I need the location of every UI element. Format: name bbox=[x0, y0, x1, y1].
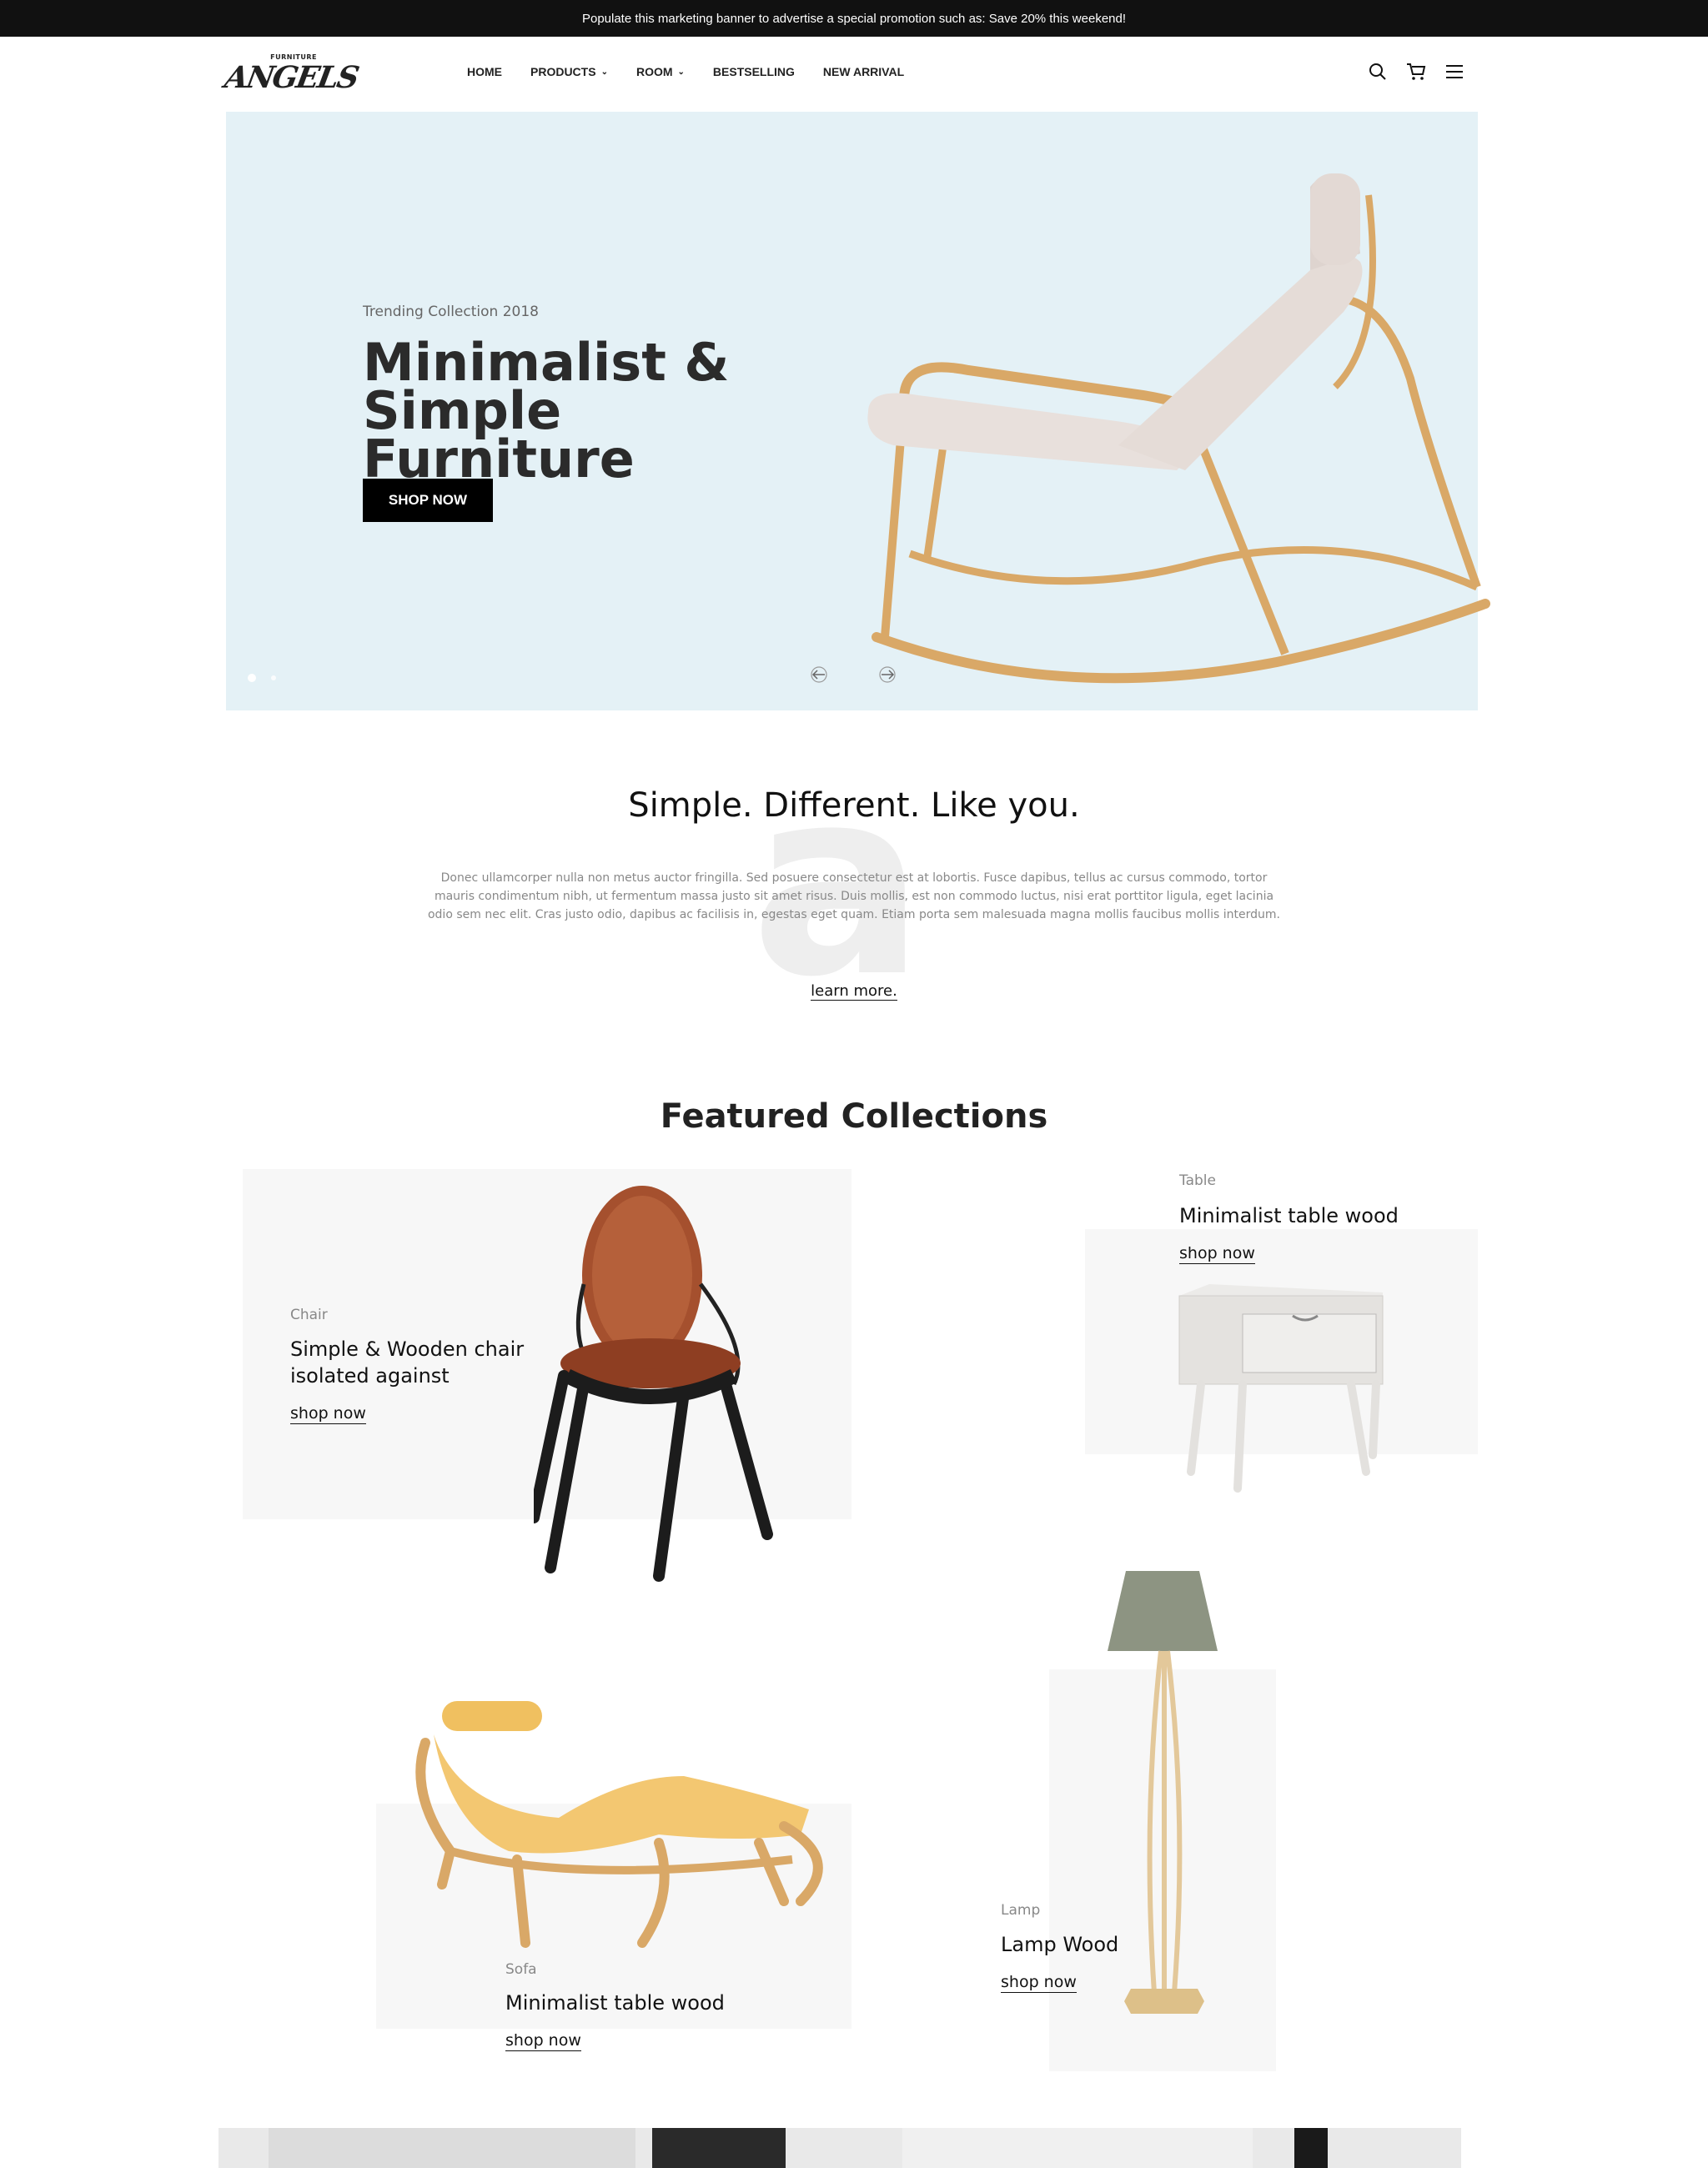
learn-more-link[interactable]: learn more. bbox=[811, 982, 897, 1001]
shop-now-link[interactable]: shop now bbox=[1179, 1244, 1255, 1264]
featured-title: Featured Collections bbox=[660, 1097, 1048, 1136]
learn-more-wrapper: learn more. bbox=[0, 982, 1708, 1001]
nav-room[interactable]: ROOM ⌄ bbox=[636, 65, 685, 78]
site-header: FURNITURE ANGELS HOME PRODUCTS ⌄ ROOM ⌄ BE… bbox=[0, 37, 1708, 112]
intro-section: a Simple. Different. Like you. Donec ull… bbox=[0, 734, 1708, 1017]
card-title: Lamp Wood bbox=[1001, 1933, 1119, 1956]
card-category: Table bbox=[1179, 1172, 1216, 1189]
nav-home[interactable]: HOME bbox=[467, 65, 502, 78]
hero-slider: Trending Collection 2018 Minimalist & Si… bbox=[226, 112, 1490, 710]
slider-dot-1[interactable] bbox=[248, 674, 256, 682]
slider-arrows bbox=[805, 664, 902, 685]
main-nav: HOME PRODUCTS ⌄ ROOM ⌄ BESTSELLING NEW ARR… bbox=[467, 65, 904, 78]
menu-icon[interactable] bbox=[1444, 62, 1464, 82]
slider-dot-2[interactable] bbox=[271, 675, 276, 680]
next-section-image bbox=[219, 2128, 1461, 2168]
logo-wordmark: ANGELS bbox=[222, 60, 361, 95]
rocking-chair-image bbox=[867, 173, 1490, 684]
card-category: Chair bbox=[290, 1307, 328, 1323]
promo-banner: Populate this marketing banner to advert… bbox=[0, 0, 1708, 37]
card-category: Sofa bbox=[505, 1961, 537, 1978]
promo-text: Populate this marketing banner to advert… bbox=[581, 11, 1127, 26]
hero-eyebrow: Trending Collection 2018 bbox=[363, 304, 539, 320]
shop-now-link[interactable]: shop now bbox=[290, 1404, 366, 1424]
card-title: Simple & Wooden chair isolated against bbox=[290, 1337, 525, 1388]
lounge-chair-image bbox=[415, 1701, 823, 1948]
logo[interactable]: FURNITURE ANGELS bbox=[222, 52, 360, 98]
search-icon[interactable] bbox=[1368, 62, 1388, 82]
nav-new-arrival[interactable]: NEW ARRIVAL bbox=[823, 65, 904, 78]
bedside-table-image bbox=[1178, 1284, 1384, 1493]
arrow-right-icon[interactable] bbox=[873, 664, 902, 685]
intro-body: Donec ullamcorper nulla non metus auctor… bbox=[427, 871, 1280, 921]
cart-icon[interactable] bbox=[1406, 62, 1426, 82]
shop-now-button[interactable]: SHOP NOW bbox=[363, 479, 493, 522]
chevron-down-icon: ⌄ bbox=[677, 67, 685, 77]
hero-title: Minimalist & Simple Furniture bbox=[363, 332, 730, 489]
chevron-down-icon: ⌄ bbox=[600, 67, 608, 77]
slider-dots bbox=[248, 674, 276, 682]
floor-lamp-image bbox=[1108, 1571, 1218, 2014]
intro-title: Simple. Different. Like you. bbox=[628, 786, 1080, 825]
card-title: Minimalist table wood bbox=[1179, 1204, 1399, 1227]
shop-now-link[interactable]: shop now bbox=[1001, 1973, 1077, 1993]
card-category: Lamp bbox=[1001, 1902, 1041, 1919]
wooden-chair-image bbox=[534, 1186, 773, 1582]
arrow-left-icon[interactable] bbox=[805, 664, 833, 685]
nav-products[interactable]: PRODUCTS ⌄ bbox=[530, 65, 608, 78]
shop-now-link[interactable]: shop now bbox=[505, 2031, 581, 2051]
nav-bestselling[interactable]: BESTSELLING bbox=[713, 65, 795, 78]
header-icons bbox=[1368, 62, 1464, 82]
card-title: Minimalist table wood bbox=[505, 1991, 725, 2015]
